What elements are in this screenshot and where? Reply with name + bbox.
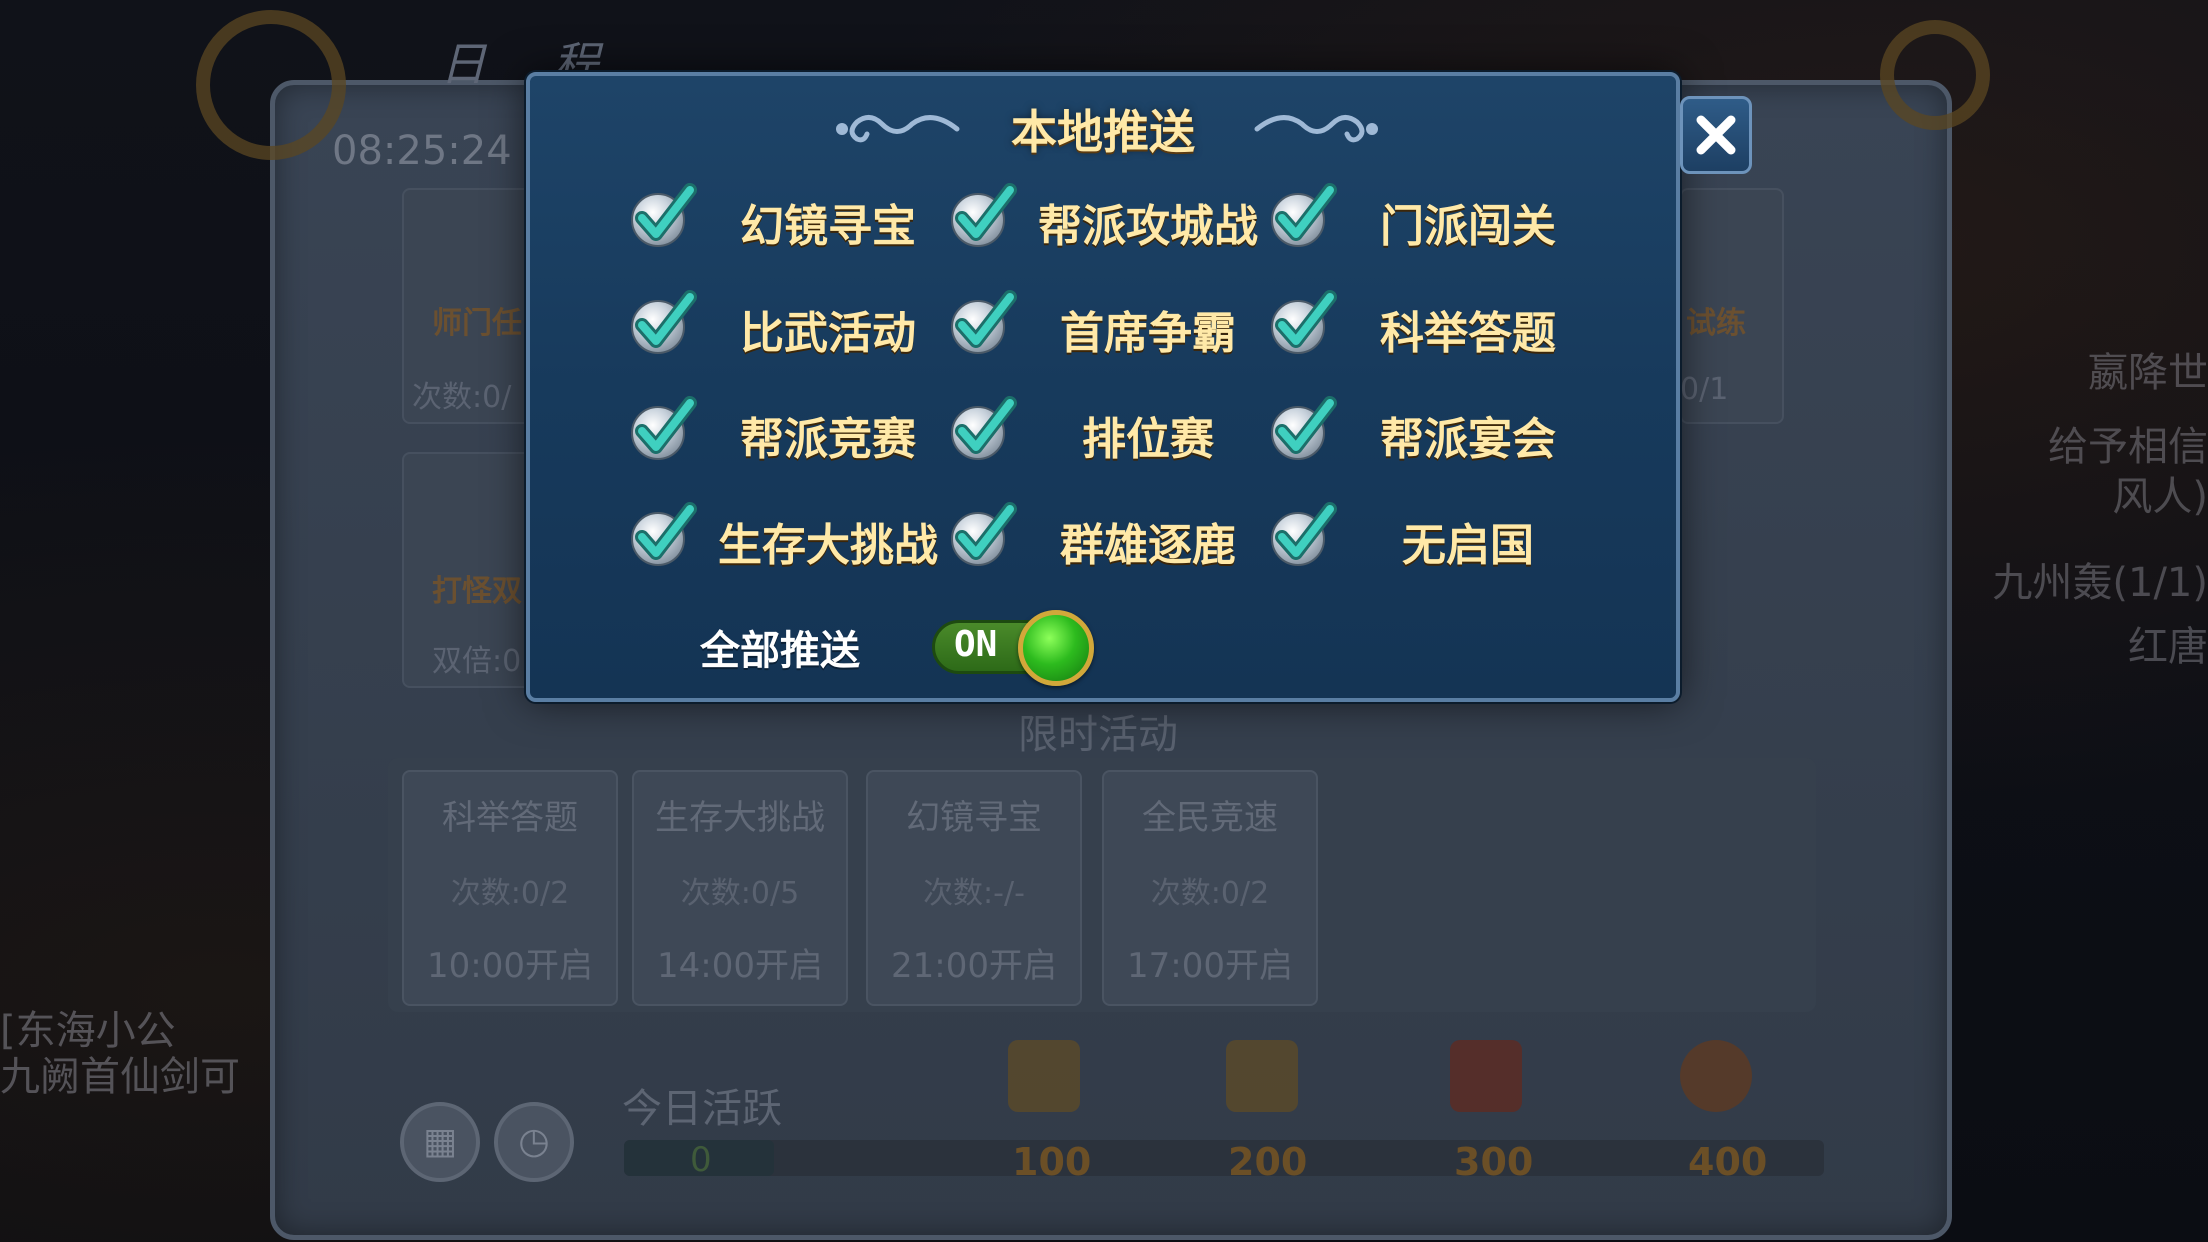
push-option-label: 首席争霸	[1060, 308, 1236, 359]
push-option-item[interactable]: 科举答题	[1268, 287, 1588, 363]
push-option-label: 帮派竞赛	[740, 414, 916, 465]
push-option-item[interactable]: 无启国	[1268, 499, 1588, 575]
bg-side-line-5: 红唐	[2128, 624, 2208, 670]
gift-box-icon[interactable]	[1450, 1040, 1522, 1112]
all-push-toggle[interactable]: ON	[932, 610, 1096, 686]
gift-box-icon[interactable]	[1008, 1040, 1080, 1112]
limited-card-name: 科举答题	[442, 798, 578, 838]
dialog-title: 本地推送	[1011, 105, 1195, 159]
limited-card-name: 生存大挑战	[655, 798, 825, 838]
calendar-icon: ▦	[422, 1121, 457, 1162]
right-flourish-icon	[1254, 115, 1378, 143]
sun-ornament-icon	[1880, 20, 1990, 130]
limited-card-name: 幻镜寻宝	[906, 798, 1042, 838]
activity-card-double-name: 打怪双	[432, 574, 522, 609]
checkmark-icon[interactable]	[1268, 393, 1340, 465]
push-option-label: 科举答题	[1380, 308, 1556, 359]
limited-card[interactable]: 科举答题 次数:0/2 10:00开启	[402, 770, 618, 1006]
checkmark-icon[interactable]	[1268, 499, 1340, 571]
limited-card[interactable]: 幻镜寻宝 次数:-/- 21:00开启	[866, 770, 1082, 1006]
activity-progress-value: 0	[690, 1140, 712, 1180]
activity-card-trial-count: 0/1	[1680, 372, 1729, 407]
limited-card-name: 全民竞速	[1142, 798, 1278, 838]
limited-activities-title: 限时活动	[1018, 712, 1178, 758]
limited-card-count: 次数:0/2	[1150, 876, 1270, 911]
push-option-item[interactable]: 帮派竞赛	[628, 393, 948, 469]
limited-card-time: 21:00开启	[891, 946, 1057, 986]
checkmark-icon[interactable]	[948, 180, 1020, 252]
checkmark-icon[interactable]	[628, 393, 700, 465]
today-activity-label: 今日活跃	[622, 1086, 782, 1132]
checkmark-icon[interactable]	[948, 287, 1020, 359]
bg-side-line-4: 九州轰(1/1)	[1992, 560, 2208, 606]
bg-side-line-1: 嬴降世	[2088, 350, 2208, 396]
push-option-item[interactable]: 排位赛	[948, 393, 1268, 469]
alarm-button[interactable]: ◷	[494, 1102, 574, 1182]
checkmark-icon[interactable]	[948, 499, 1020, 571]
push-option-label: 门派闯关	[1380, 201, 1556, 252]
close-icon	[1696, 115, 1736, 155]
push-option-item[interactable]: 幻镜寻宝	[628, 180, 948, 256]
toggle-knob	[1018, 610, 1094, 686]
limited-card-time: 14:00开启	[657, 946, 823, 986]
push-option-label: 生存大挑战	[718, 520, 938, 571]
calendar-button[interactable]: ▦	[400, 1102, 480, 1182]
bg-chat-line-2: 九阙首仙剑可	[0, 1054, 240, 1100]
alarm-clock-icon: ◷	[518, 1121, 550, 1162]
push-option-label: 帮派宴会	[1380, 414, 1556, 465]
milestone-value: 300	[1454, 1140, 1534, 1184]
checkmark-icon[interactable]	[628, 287, 700, 359]
bg-side-line-3: 风人)	[2112, 474, 2208, 520]
push-option-item[interactable]: 首席争霸	[948, 287, 1268, 363]
checkmark-icon[interactable]	[948, 393, 1020, 465]
checkmark-icon[interactable]	[628, 180, 700, 252]
all-push-label: 全部推送	[700, 628, 860, 674]
limited-card-count: 次数:0/2	[450, 876, 570, 911]
push-option-item[interactable]: 帮派攻城战	[948, 180, 1268, 256]
gift-box-icon[interactable]	[1226, 1040, 1298, 1112]
server-time: 08:25:24	[332, 128, 512, 174]
checkmark-icon[interactable]	[628, 499, 700, 571]
activity-card-trial-name: 试练	[1686, 306, 1746, 341]
checkmark-icon[interactable]	[1268, 287, 1340, 359]
push-option-item[interactable]: 群雄逐鹿	[948, 499, 1268, 575]
toggle-state-label: ON	[954, 624, 998, 665]
push-option-item[interactable]: 帮派宴会	[1268, 393, 1588, 469]
milestone-value: 100	[1012, 1140, 1092, 1184]
checkmark-icon[interactable]	[1268, 180, 1340, 252]
push-option-item[interactable]: 生存大挑战	[628, 499, 948, 575]
limited-card[interactable]: 生存大挑战 次数:0/5 14:00开启	[632, 770, 848, 1006]
limited-card-count: 次数:0/5	[680, 876, 800, 911]
push-option-label: 群雄逐鹿	[1060, 520, 1236, 571]
activity-progress-bar	[624, 1140, 1824, 1176]
activity-card-shimen-count: 次数:0/	[412, 380, 512, 415]
limited-card-time: 10:00开启	[427, 946, 593, 986]
milestone-value: 200	[1228, 1140, 1308, 1184]
activity-card-double-count: 双倍:0	[432, 644, 522, 679]
limited-card-count: 次数:-/-	[923, 876, 1025, 911]
limited-card[interactable]: 全民竞速 次数:0/2 17:00开启	[1102, 770, 1318, 1006]
limited-card-time: 17:00开启	[1127, 946, 1293, 986]
push-option-item[interactable]: 门派闯关	[1268, 180, 1588, 256]
push-option-item[interactable]: 比武活动	[628, 287, 948, 363]
push-option-label: 排位赛	[1082, 414, 1214, 465]
close-button[interactable]	[1680, 96, 1752, 174]
phoenix-ornament-icon	[196, 10, 346, 160]
treasure-icon[interactable]	[1680, 1040, 1752, 1112]
activity-card-shimen-name: 师门任	[432, 306, 522, 341]
push-option-label: 无启国	[1402, 520, 1534, 571]
push-option-label: 比武活动	[740, 308, 916, 359]
push-option-label: 帮派攻城战	[1038, 201, 1258, 252]
local-push-dialog: 本地推送	[526, 72, 1680, 702]
push-option-label: 幻镜寻宝	[740, 201, 916, 252]
milestone-value: 400	[1688, 1140, 1768, 1184]
